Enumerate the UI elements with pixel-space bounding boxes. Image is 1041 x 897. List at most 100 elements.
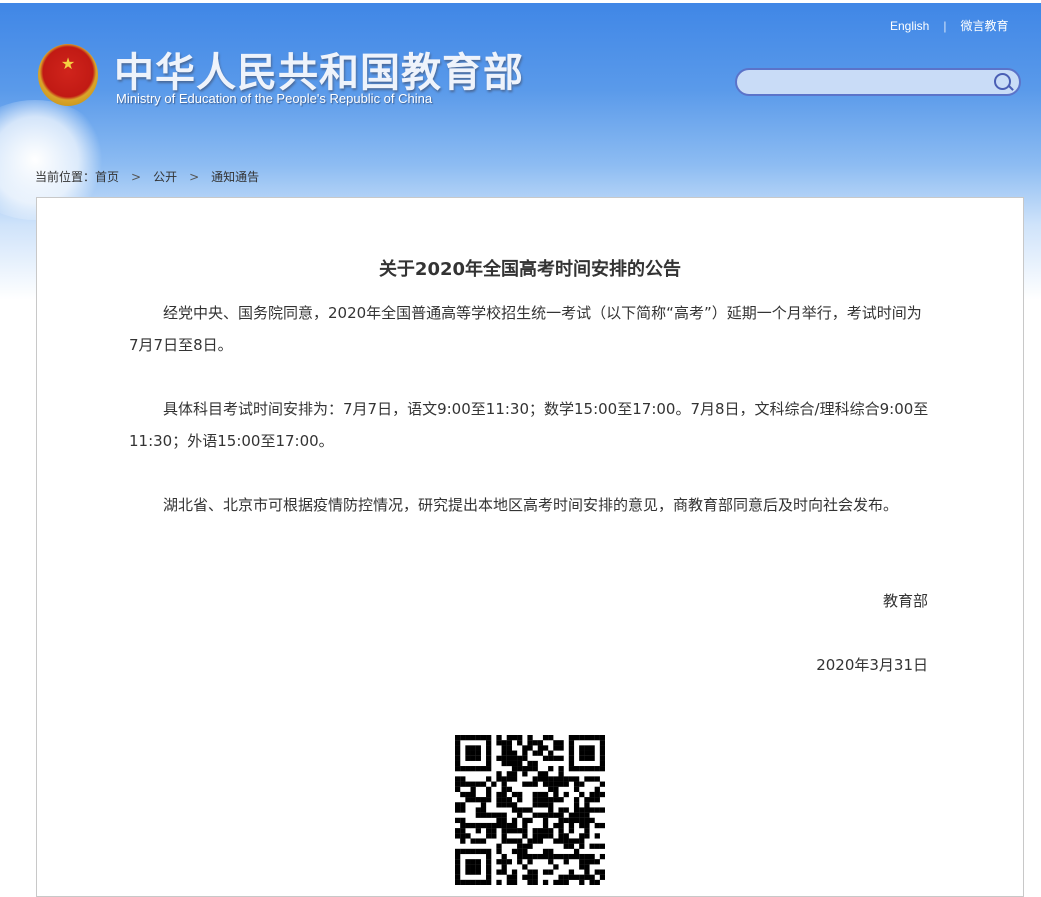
qr-module	[558, 781, 564, 787]
qr-module	[460, 848, 466, 855]
qr-module	[517, 735, 523, 741]
qr-module	[501, 740, 507, 746]
search-input[interactable]	[747, 70, 991, 96]
breadcrumb-notices[interactable]: 通知通告	[211, 170, 259, 184]
qr-module	[522, 755, 528, 761]
qr-module	[465, 869, 471, 875]
qr-module	[568, 838, 575, 844]
qr-module	[496, 812, 502, 818]
qr-module	[548, 853, 554, 860]
qr-module	[527, 853, 533, 860]
qr-module	[501, 745, 507, 751]
qr-module	[527, 807, 533, 813]
qr-module	[511, 817, 518, 824]
qr-module	[599, 781, 605, 787]
qr-module	[589, 853, 595, 860]
qr-module	[558, 817, 564, 824]
qr-module	[563, 833, 569, 839]
qr-module	[470, 786, 476, 792]
qr-module	[542, 828, 549, 834]
qr-module	[517, 843, 523, 849]
qr-module	[532, 776, 538, 782]
qr-module	[511, 802, 518, 808]
qr-module	[527, 817, 533, 824]
qr-module	[480, 766, 487, 772]
qr-module	[506, 776, 512, 782]
qr-module	[480, 781, 487, 787]
qr-module	[455, 879, 461, 885]
top-border	[0, 0, 1041, 3]
qr-module	[486, 740, 492, 746]
site-title[interactable]: 中华人民共和国教育部	[114, 40, 524, 98]
qr-module	[548, 859, 554, 865]
qr-module	[548, 755, 554, 761]
qr-module	[506, 859, 512, 865]
qr-module	[517, 812, 523, 818]
qr-module	[573, 807, 580, 813]
qr-module	[542, 853, 549, 860]
qr-module	[506, 735, 512, 741]
qr-module	[517, 791, 523, 798]
qr-module	[455, 869, 461, 875]
qr-module	[563, 843, 569, 849]
qr-module	[599, 874, 605, 880]
qr-module	[532, 853, 538, 860]
qr-module	[537, 802, 544, 808]
qr-module	[455, 864, 461, 870]
qr-module	[511, 791, 518, 798]
breadcrumb: 当前位置：首页 > 公开 > 通知通告	[35, 168, 259, 185]
qr-module	[465, 735, 471, 741]
qr-module	[455, 817, 461, 824]
qr-module	[496, 771, 502, 777]
qr-module	[537, 791, 544, 798]
qr-module	[537, 740, 544, 746]
qr-module	[491, 781, 497, 787]
qr-module	[501, 781, 507, 787]
qr-module	[517, 740, 523, 746]
qr-module	[470, 797, 476, 803]
qr-module	[568, 776, 575, 782]
qr-module	[589, 859, 595, 865]
article-date: 2020年3月31日	[816, 656, 928, 674]
qr-module	[563, 879, 569, 885]
qr-module	[511, 822, 518, 829]
breadcrumb-public[interactable]: 公开	[153, 170, 177, 184]
qr-module	[486, 812, 492, 818]
breadcrumb-home[interactable]: 首页	[95, 170, 119, 184]
qr-module	[475, 848, 481, 855]
qr-module	[506, 740, 512, 746]
qr-module	[553, 786, 559, 792]
qr-module	[527, 766, 533, 772]
qr-module	[522, 843, 528, 849]
qr-module	[579, 807, 585, 813]
qr-module	[568, 760, 575, 767]
qr-module	[599, 791, 605, 798]
qr-module	[553, 853, 559, 860]
search-icon[interactable]	[994, 73, 1011, 90]
qr-module	[579, 817, 585, 824]
qr-module	[506, 828, 512, 834]
qr-module	[496, 791, 502, 798]
qr-module	[460, 766, 466, 772]
qr-module	[558, 745, 564, 751]
qr-module	[480, 802, 487, 808]
qr-module	[501, 859, 507, 865]
qr-module	[506, 838, 512, 844]
qr-module	[579, 853, 585, 860]
qr-module	[568, 874, 575, 880]
qr-module	[506, 822, 512, 829]
weiyan-link[interactable]: 微言教育	[960, 19, 1008, 33]
qr-module	[511, 838, 518, 844]
qr-module	[486, 869, 492, 875]
qr-module	[594, 735, 600, 741]
qr-module	[522, 833, 528, 839]
qr-module	[455, 833, 461, 839]
qr-module	[589, 755, 595, 761]
qr-module	[558, 766, 564, 772]
qr-module	[573, 812, 580, 818]
qr-module	[563, 781, 569, 787]
qr-module	[584, 864, 590, 870]
qr-module	[573, 797, 580, 803]
qr-module	[558, 776, 564, 782]
english-link[interactable]: English	[890, 19, 929, 33]
